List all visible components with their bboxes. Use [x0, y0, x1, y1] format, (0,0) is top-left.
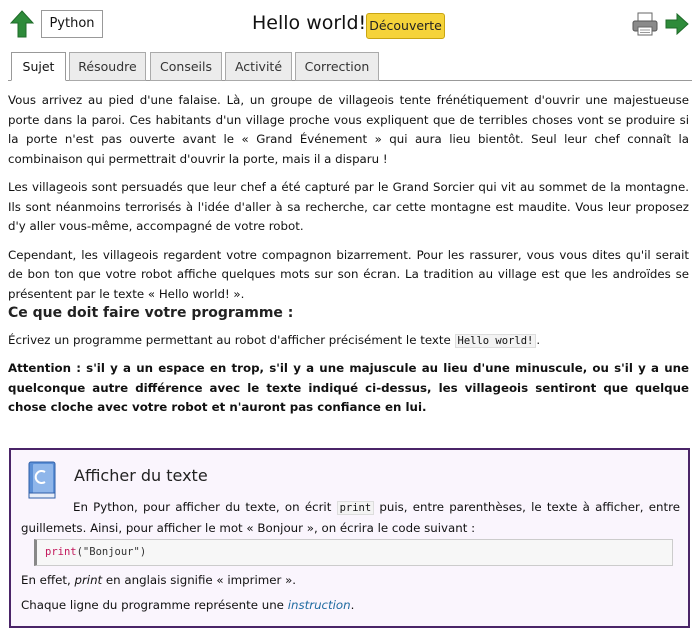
level-badge: Découverte — [366, 13, 445, 39]
tab-correction[interactable]: Correction — [295, 52, 379, 81]
book-icon — [28, 461, 56, 499]
story-paragraph-1: Vous arrivez au pied d'une falaise. Là, … — [8, 93, 689, 166]
next-arrow-icon[interactable] — [665, 13, 689, 35]
panel-title: Afficher du texte — [74, 466, 208, 485]
expected-text-code: Hello world! — [454, 334, 537, 348]
tab-activite[interactable]: Activité — [225, 52, 292, 81]
task-heading: Ce que doit faire votre programme : — [8, 305, 294, 321]
print-meaning-note: En effet, print en anglais signifie « im… — [21, 573, 297, 587]
story-paragraph-3: Cependant, les villageois regardent votr… — [8, 247, 689, 301]
help-panel: Afficher du texte En Python, pour affich… — [9, 448, 690, 628]
code-keyword: print — [45, 546, 77, 558]
code-argument: ("Bonjour") — [76, 546, 147, 558]
instruction-link[interactable]: instruction — [288, 598, 351, 612]
tab-conseils[interactable]: Conseils — [150, 52, 222, 81]
tab-resoudre[interactable]: Résoudre — [69, 52, 146, 81]
print-code: print — [336, 501, 375, 515]
tab-sujet[interactable]: Sujet — [11, 52, 66, 81]
printer-icon[interactable] — [632, 12, 658, 36]
subject-content: Vous arrivez au pied d'une falaise. Là, … — [8, 91, 689, 414]
story-paragraph-2: Les villageois sont persuadés que leur c… — [8, 180, 689, 233]
task-description: Écrivez un programme permettant au robot… — [8, 333, 541, 348]
code-example: print("Bonjour") — [34, 539, 673, 566]
language-button[interactable]: Python — [41, 10, 103, 38]
instruction-note: Chaque ligne du programme représente une… — [21, 598, 355, 612]
previous-arrow-icon[interactable] — [10, 10, 34, 38]
task-title: Hello world! — [252, 12, 367, 34]
panel-intro: En Python, pour afficher du texte, on éc… — [21, 500, 680, 535]
warning-paragraph: Attention : s'il y a un espace en trop, … — [8, 361, 689, 414]
tab-bar: Sujet Résoudre Conseils Activité Correct… — [0, 52, 700, 81]
